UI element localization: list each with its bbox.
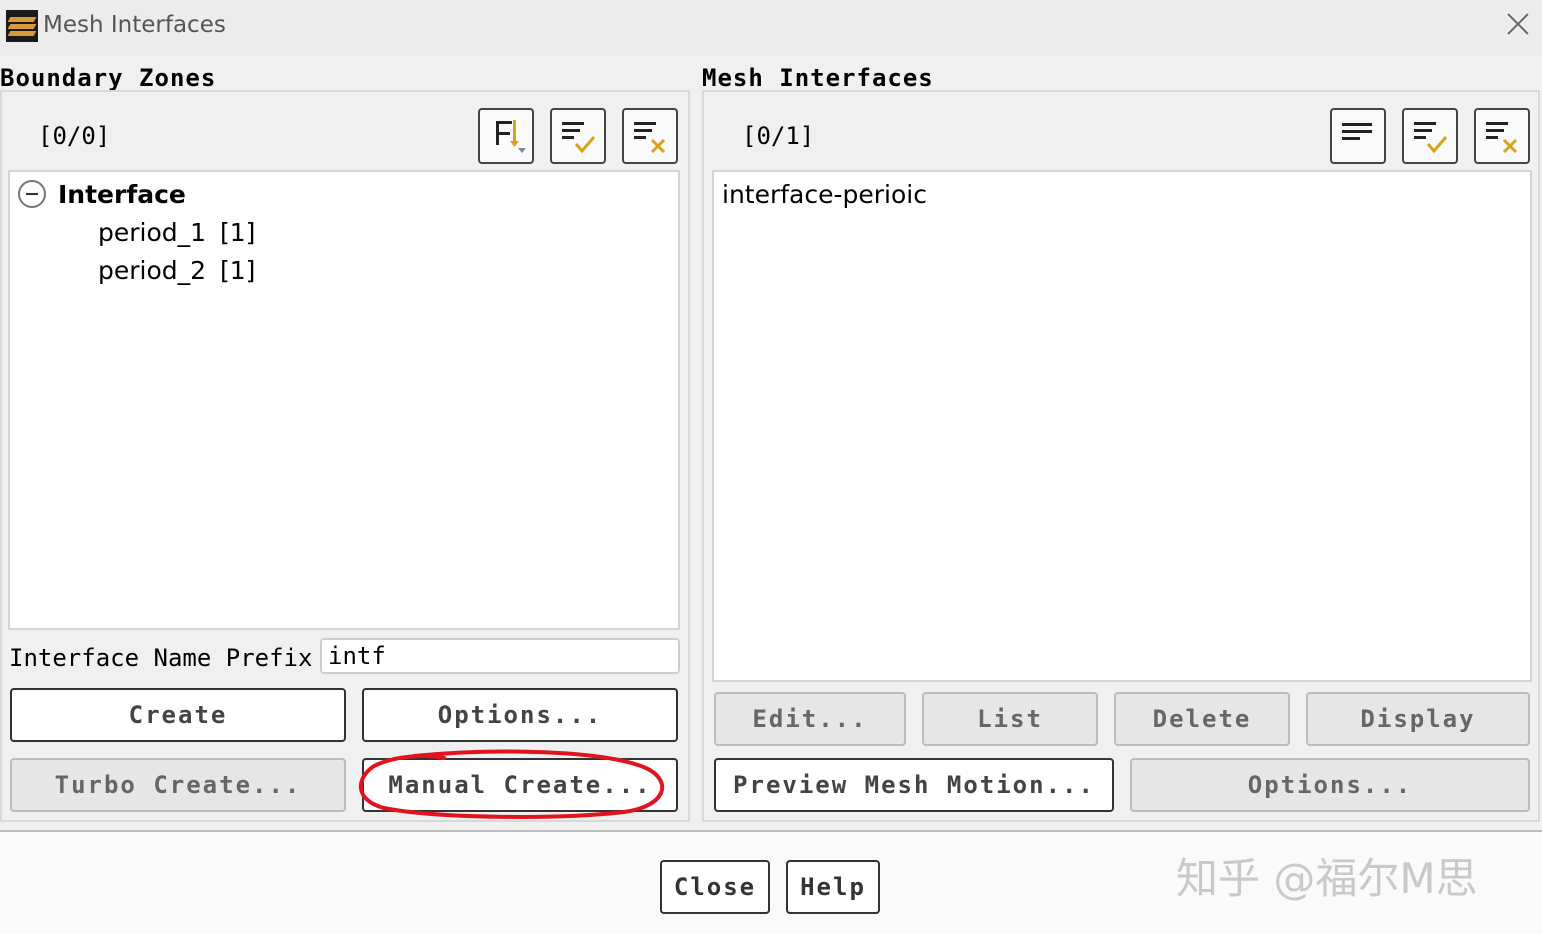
deselect-all-button[interactable]	[622, 108, 678, 164]
select-all-icon	[1414, 122, 1448, 154]
deselect-all-icon	[1486, 122, 1518, 154]
mesh-interfaces-counter: [0/1]	[742, 122, 815, 150]
select-all-button[interactable]	[1402, 108, 1458, 164]
watermark-text: 知乎 @福尔M思	[1176, 854, 1478, 903]
help-button[interactable]: Help	[786, 860, 880, 914]
tree-item-count: [1]	[220, 256, 256, 285]
preview-mesh-motion-button[interactable]: Preview Mesh Motion...	[714, 758, 1114, 812]
mesh-app-icon	[6, 10, 38, 42]
window-title: Mesh Interfaces	[43, 12, 226, 38]
list-item[interactable]: interface-perioic	[722, 180, 927, 209]
tree-item-count: [1]	[220, 218, 256, 247]
select-all-icon	[562, 122, 596, 154]
interface-prefix-input[interactable]	[320, 638, 680, 674]
turbo-create-button[interactable]: Turbo Create...	[10, 758, 346, 812]
mesh-interfaces-title: Mesh Interfaces	[702, 64, 934, 92]
tree-item-name[interactable]: period_2	[98, 256, 206, 285]
select-all-button[interactable]	[550, 108, 606, 164]
boundary-zones-title: Boundary Zones	[0, 64, 217, 92]
collapse-icon[interactable]	[18, 180, 46, 208]
create-button[interactable]: Create	[10, 688, 346, 742]
boundary-zones-tree: Interface period_1 [1] period_2 [1]	[8, 170, 680, 630]
options-button[interactable]: Options...	[1130, 758, 1530, 812]
title-bar: Mesh Interfaces	[0, 0, 1542, 56]
delete-button[interactable]: Delete	[1114, 692, 1290, 746]
list-button[interactable]: List	[922, 692, 1098, 746]
filter-sort-button[interactable]	[478, 108, 534, 164]
filter-sort-icon	[496, 120, 526, 153]
display-button[interactable]: Display	[1306, 692, 1530, 746]
tree-item-name[interactable]: period_1	[98, 218, 206, 247]
close-button[interactable]: Close	[660, 860, 770, 914]
list-icon	[1342, 123, 1372, 140]
close-window-icon[interactable]	[1504, 10, 1532, 38]
mesh-interfaces-list: interface-perioic	[712, 170, 1532, 682]
tree-group-interface[interactable]: Interface	[58, 180, 186, 209]
edit-button[interactable]: Edit...	[714, 692, 906, 746]
deselect-all-button[interactable]	[1474, 108, 1530, 164]
annotation-circle	[358, 749, 665, 819]
options-button[interactable]: Options...	[362, 688, 678, 742]
list-view-button[interactable]	[1330, 108, 1386, 164]
interface-prefix-label: Interface Name Prefix	[9, 644, 313, 672]
boundary-zones-counter: [0/0]	[38, 122, 111, 150]
deselect-all-icon	[634, 122, 666, 154]
